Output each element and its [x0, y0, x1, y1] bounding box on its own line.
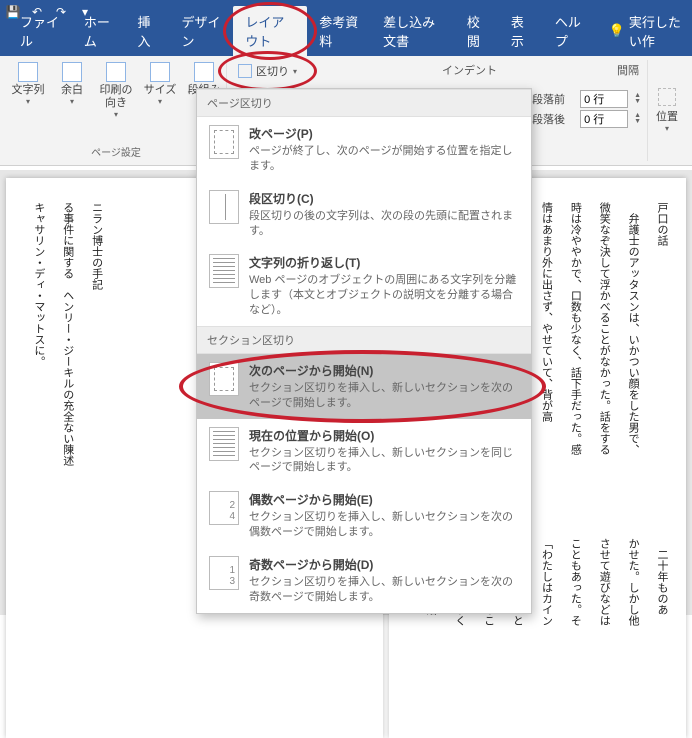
tab-file[interactable]: ファイル	[8, 6, 72, 56]
section-odd-page-icon: 13	[209, 556, 239, 590]
breaks-icon	[238, 64, 252, 78]
tab-review[interactable]: 校閲	[455, 6, 499, 56]
lightbulb-icon: 💡	[609, 23, 625, 39]
tell-me-label: 実行したい作	[629, 12, 684, 50]
columns-icon	[194, 62, 214, 82]
doc-text: 「わたしはカイン	[536, 538, 557, 738]
menu-item-desc: Web ページのオブジェクトの周囲にある文字列を分離します（本文とオブジェクトの…	[249, 273, 519, 318]
doc-text: かせた。しかし他	[622, 538, 643, 738]
breaks-button[interactable]: 区切り ▾	[229, 60, 306, 82]
size-icon	[150, 62, 170, 82]
annotation-ellipse	[223, 2, 317, 60]
position-icon	[658, 88, 676, 106]
doc-text: させて遊びなどは	[593, 538, 614, 738]
breaks-dropdown: ページ区切り 改ページ(P) ページが終了し、次のページが開始する位置を指定しま…	[196, 88, 532, 614]
margins-icon	[62, 62, 82, 82]
doc-text: キャサリン・ディ・マットスに。	[28, 202, 49, 728]
ribbon-tabs: ファイル ホーム 挿入 デザイン レイアウト 参考資料 差し込み文書 校閲 表示…	[0, 24, 692, 56]
ribbon-label: サイズ	[144, 84, 177, 97]
doc-text: 二十年ものあ	[651, 538, 672, 738]
tab-view[interactable]: 表示	[499, 6, 543, 56]
ribbon-label: 印刷の	[100, 84, 133, 96]
spacing-before-label: 段落前	[532, 91, 574, 107]
position-label[interactable]: 位置	[656, 108, 678, 124]
spacing-before-input[interactable]	[580, 90, 628, 108]
section-next-page-icon	[209, 362, 239, 396]
doc-text: こともあった。そ	[564, 538, 585, 738]
menu-item-desc: 段区切りの後の文字列は、次の段の先頭に配置されます。	[249, 209, 519, 239]
menu-item-title: 偶数ページから開始(E)	[249, 491, 519, 508]
tab-layout-label: レイアウト	[245, 15, 284, 49]
menu-item-desc: ページが終了し、次のページが開始する位置を指定します。	[249, 144, 519, 174]
spinner[interactable]: ▲▼	[634, 93, 641, 105]
chevron-down-icon: ▾	[665, 124, 669, 133]
tab-insert[interactable]: 挿入	[126, 6, 170, 56]
tab-design[interactable]: デザイン	[169, 6, 233, 56]
orientation-button[interactable]: 印刷の向き ▾	[96, 60, 136, 121]
size-button[interactable]: サイズ ▾	[140, 60, 180, 121]
menu-item-title: 段区切り(C)	[249, 190, 519, 207]
doc-text: 情はあまり外に出さず、やせていて、背が高	[536, 202, 557, 522]
menu-item-desc: セクション区切りを挿入し、新しいセクションを同じページで開始します。	[249, 446, 519, 476]
menu-item-title: 文字列の折り返し(T)	[249, 254, 519, 271]
orientation-icon	[106, 62, 126, 82]
position-group: 位置 ▾	[648, 60, 686, 161]
chevron-down-icon: ▾	[158, 97, 162, 106]
ribbon-label: 向き	[105, 97, 127, 109]
doc-text: る事件に関する ヘンリー・ジーキルの充全ない陳述	[57, 202, 78, 728]
tab-help[interactable]: ヘルプ	[543, 6, 597, 56]
spacing-after-label: 段落後	[532, 111, 574, 127]
breaks-label: 区切り	[256, 63, 289, 79]
menu-item-desc: セクション区切りを挿入し、新しいセクションを次のページで開始します。	[249, 381, 519, 411]
doc-text: 時は冷ややかで、口数も少なく、話下手だった。感	[564, 202, 585, 522]
chevron-down-icon: ▾	[114, 110, 118, 119]
doc-text: ニラン博士の手記	[86, 202, 107, 728]
menu-item-title: 改ページ(P)	[249, 125, 519, 142]
spinner[interactable]: ▲▼	[634, 113, 641, 125]
tell-me[interactable]: 💡 実行したい作	[609, 12, 684, 56]
menu-item-section-odd-page[interactable]: 13 奇数ページから開始(D) セクション区切りを挿入し、新しいセクションを次の…	[197, 548, 531, 613]
spacing-header: 間隔	[617, 62, 639, 78]
menu-item-section-next-page[interactable]: 次のページから開始(N) セクション区切りを挿入し、新しいセクションを次のページ…	[197, 354, 531, 419]
ribbon-label: 余白	[61, 84, 83, 97]
menu-item-page-break[interactable]: 改ページ(P) ページが終了し、次のページが開始する位置を指定します。	[197, 117, 531, 182]
section-even-page-icon: 24	[209, 491, 239, 525]
chevron-down-icon: ▾	[26, 97, 30, 106]
menu-item-title: 次のページから開始(N)	[249, 362, 519, 379]
tab-home[interactable]: ホーム	[72, 6, 126, 56]
tab-layout[interactable]: レイアウト	[233, 6, 307, 56]
menu-item-section-continuous[interactable]: 現在の位置から開始(O) セクション区切りを挿入し、新しいセクションを同じページ…	[197, 419, 531, 484]
tab-mailings[interactable]: 差し込み文書	[371, 6, 455, 56]
menu-item-title: 奇数ページから開始(D)	[249, 556, 519, 573]
menu-item-column-break[interactable]: 段区切り(C) 段区切りの後の文字列は、次の段の先頭に配置されます。	[197, 182, 531, 247]
menu-item-text-wrapping[interactable]: 文字列の折り返し(T) Web ページのオブジェクトの周囲にある文字列を分離しま…	[197, 246, 531, 326]
tab-references[interactable]: 参考資料	[307, 6, 371, 56]
chevron-down-icon: ▾	[70, 97, 74, 106]
spacing-after-input[interactable]	[580, 110, 628, 128]
page-break-icon	[209, 125, 239, 159]
indent-header: インデント	[442, 62, 497, 78]
doc-text: 戸口の話	[651, 202, 672, 522]
ribbon-label: 文字列	[12, 84, 45, 97]
column-break-icon	[209, 190, 239, 224]
chevron-down-icon: ▾	[293, 67, 297, 76]
ribbon-group-label: ページ設定	[91, 142, 141, 161]
dropdown-section-header: ページ区切り	[197, 89, 531, 117]
doc-text: 弁護士のアッタスンは、いかつい顔をした男で、	[622, 202, 643, 522]
section-continuous-icon	[209, 427, 239, 461]
menu-item-desc: セクション区切りを挿入し、新しいセクションを次の偶数ページで開始します。	[249, 510, 519, 540]
text-wrap-icon	[209, 254, 239, 288]
doc-text: 微笑なぞ決して浮かべることがなかった。話をする	[593, 202, 614, 522]
text-direction-button[interactable]: 文字列 ▾	[8, 60, 48, 121]
menu-item-title: 現在の位置から開始(O)	[249, 427, 519, 444]
dropdown-section-header: セクション区切り	[197, 326, 531, 354]
menu-item-section-even-page[interactable]: 24 偶数ページから開始(E) セクション区切りを挿入し、新しいセクションを次の…	[197, 483, 531, 548]
margins-button[interactable]: 余白 ▾	[52, 60, 92, 121]
text-direction-icon	[18, 62, 38, 82]
menu-item-desc: セクション区切りを挿入し、新しいセクションを次の奇数ページで開始します。	[249, 575, 519, 605]
